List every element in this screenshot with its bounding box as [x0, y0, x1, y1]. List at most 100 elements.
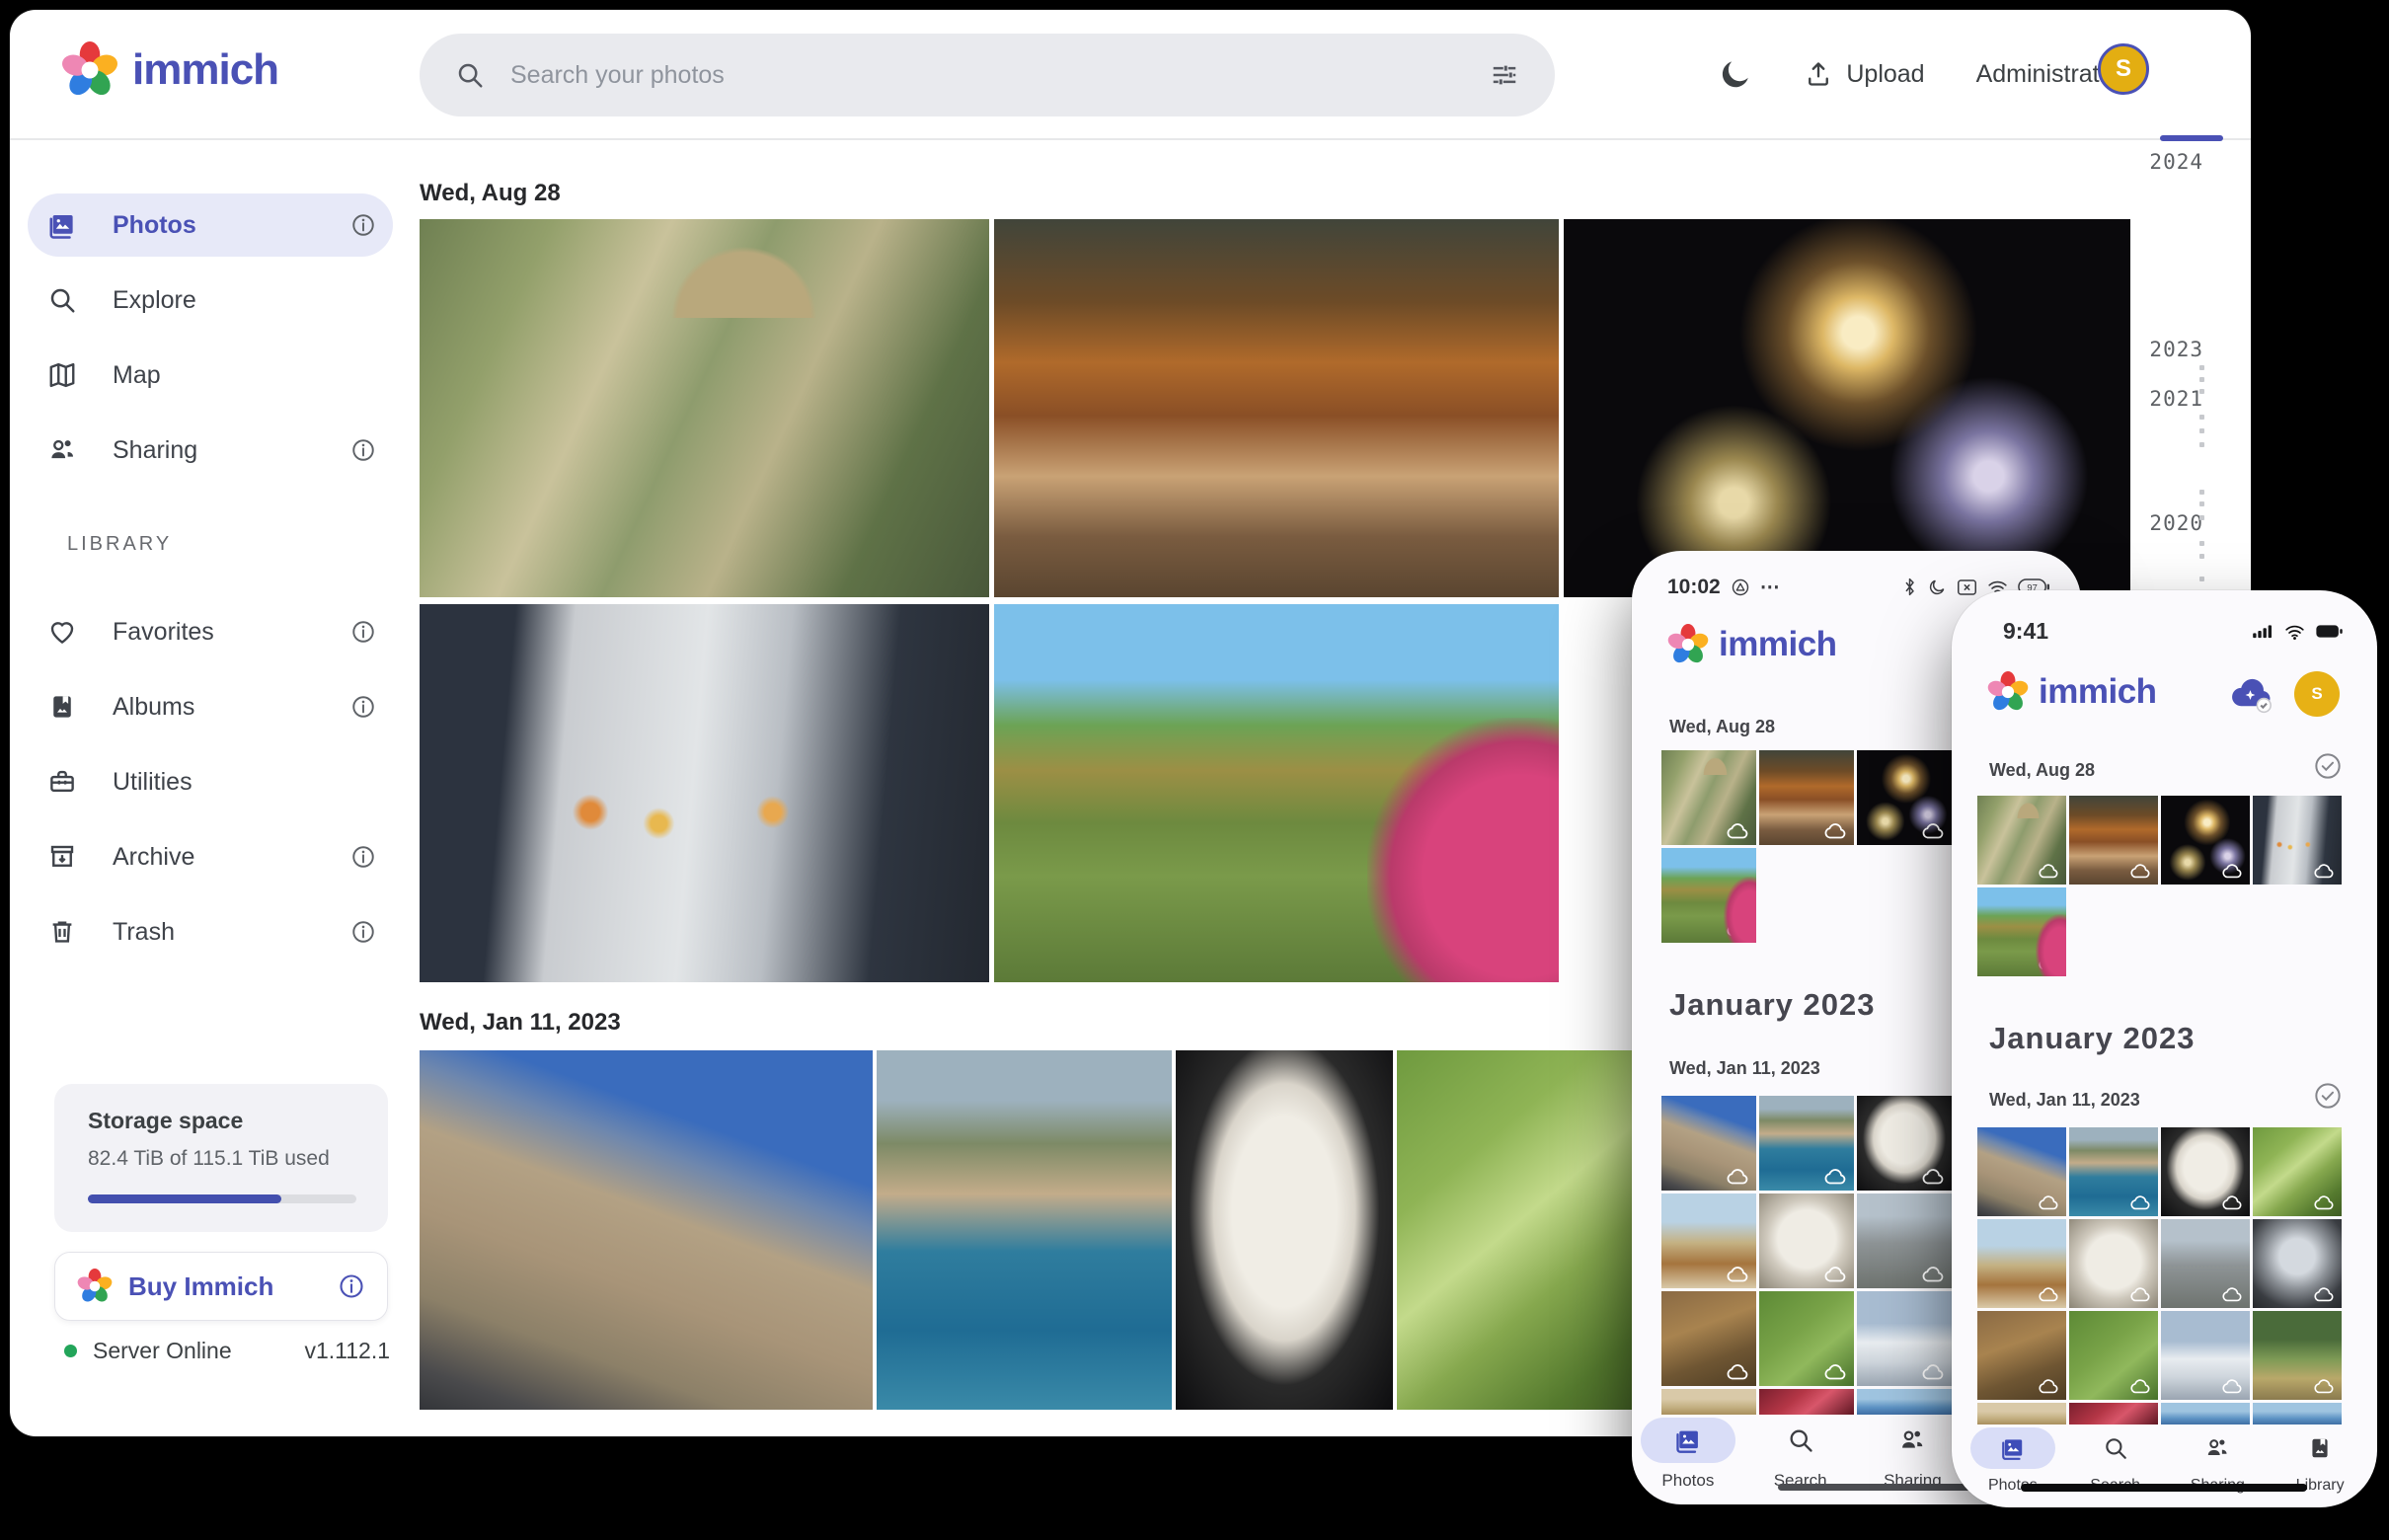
photo-silver-ornament[interactable]	[2253, 1219, 2342, 1308]
sidebar-item-favorites[interactable]: Favorites	[28, 600, 393, 663]
photo-coastal-town[interactable]	[2069, 1127, 2158, 1216]
info-icon[interactable]	[338, 1272, 365, 1300]
photo-marble-bust[interactable]	[1857, 1096, 1952, 1191]
scrubber-year[interactable]: 2020	[2124, 511, 2203, 535]
album-icon	[28, 692, 97, 722]
photo-castle-walls[interactable]	[1977, 1127, 2066, 1216]
select-group-check-icon[interactable]	[2314, 752, 2342, 780]
cloud-backup-icon	[1823, 1169, 1847, 1185]
photo-jungle-monkeys[interactable]	[1977, 796, 2066, 885]
sidebar-item-sharing[interactable]: Sharing	[28, 419, 393, 482]
scrubber-year[interactable]: 2024	[2124, 150, 2203, 174]
photo-partial[interactable]	[2253, 1403, 2342, 1424]
sidebar-item-archive[interactable]: Archive	[28, 825, 393, 888]
app-logo-text: immich	[2039, 672, 2157, 712]
app-logo[interactable]: immich	[61, 41, 278, 99]
photo-autumn-dinner-table[interactable]	[2069, 796, 2158, 885]
photo-holding-hands[interactable]	[2253, 796, 2342, 885]
info-icon[interactable]	[334, 212, 393, 238]
scrubber-tick	[2199, 515, 2204, 520]
photo-jungle-monkeys[interactable]	[1661, 750, 1756, 845]
cloud-backup-icon	[1823, 823, 1847, 839]
photo-jungle-monkeys[interactable]	[420, 219, 989, 597]
sidebar-item-label: Sharing	[97, 436, 334, 465]
home-indicator[interactable]	[2021, 1484, 2307, 1492]
photo-partial[interactable]	[1977, 1403, 2066, 1424]
photo-partial[interactable]	[1661, 1389, 1756, 1415]
photo-coastal-town[interactable]	[1759, 1096, 1854, 1191]
sidebar-item-explore[interactable]: Explore	[28, 269, 393, 332]
photo-partial[interactable]	[1857, 1389, 1952, 1415]
sidebar-item-albums[interactable]: Albums	[28, 675, 393, 738]
photo-lizard-on-moss[interactable]	[1759, 1291, 1854, 1386]
photo-lizard-on-log[interactable]	[1977, 1311, 2066, 1400]
photo-fireworks[interactable]	[1564, 219, 2130, 597]
sidebar-item-label: Favorites	[97, 618, 334, 647]
scrubber-tick	[2199, 377, 2204, 382]
photo-farm-field[interactable]	[2253, 1311, 2342, 1400]
photo-holding-hands[interactable]	[420, 604, 989, 982]
photo-autumn-dinner-table[interactable]	[994, 219, 1559, 597]
sidebar-item-label: Explore	[97, 286, 393, 315]
photo-partial[interactable]	[2069, 1403, 2158, 1424]
scrubber-year[interactable]: 2023	[2124, 338, 2203, 361]
tab-photos[interactable]: Photos	[1632, 1418, 1744, 1491]
upload-button[interactable]: Upload	[1805, 60, 1924, 89]
cloud-backup-icon	[1921, 1267, 1945, 1282]
topbar-divider	[10, 138, 2251, 140]
photo-lizard-on-log[interactable]	[1661, 1291, 1756, 1386]
photo-marble-bust[interactable]	[1176, 1050, 1393, 1410]
dnd-moon-icon	[1927, 578, 1947, 597]
info-icon[interactable]	[334, 619, 393, 645]
photo-partial[interactable]	[1759, 1389, 1854, 1415]
tab-search[interactable]: Search	[1744, 1418, 1857, 1491]
photo-fireworks[interactable]	[2161, 796, 2250, 885]
cloud-sync-button[interactable]	[2229, 677, 2274, 714]
info-icon[interactable]	[334, 437, 393, 463]
photo-lizard-on-moss[interactable]	[2069, 1311, 2158, 1400]
date-group-header: Wed, Jan 11, 2023	[1669, 1058, 1820, 1079]
sidebar-item-photos[interactable]: Photos	[28, 193, 393, 257]
photo-autumn-park-path[interactable]	[1977, 887, 2066, 976]
search-icon	[2103, 1435, 2128, 1461]
photo-beach-cliff[interactable]	[1977, 1219, 2066, 1308]
photo-autumn-park-path[interactable]	[994, 604, 1559, 982]
search-input[interactable]: Search your photos	[420, 34, 1555, 116]
select-group-check-icon[interactable]	[2314, 1082, 2342, 1110]
data-saver-icon	[1731, 578, 1750, 597]
scrubber-year[interactable]: 2021	[2124, 387, 2203, 411]
photo-snowy-church[interactable]	[2161, 1311, 2250, 1400]
search-placeholder: Search your photos	[510, 61, 1464, 90]
photo-autumn-park-path[interactable]	[1661, 848, 1756, 943]
app-logo-text: immich	[1719, 625, 1837, 664]
theme-toggle-button[interactable]	[1718, 56, 1753, 92]
user-avatar[interactable]: S	[2098, 43, 2149, 95]
buy-immich-button[interactable]: Buy Immich	[54, 1252, 388, 1321]
cloud-backup-icon	[2038, 1287, 2059, 1302]
photo-stone-ruins[interactable]	[2161, 1219, 2250, 1308]
photo-white-rock-sculpture[interactable]	[1759, 1194, 1854, 1288]
immich-flower-icon	[77, 1269, 113, 1304]
search-filters-icon[interactable]	[1490, 60, 1519, 90]
photo-castle-walls[interactable]	[1661, 1096, 1756, 1191]
photo-partial[interactable]	[2161, 1403, 2250, 1424]
photo-sea-grapes[interactable]	[2253, 1127, 2342, 1216]
photo-white-rock-sculpture[interactable]	[2069, 1219, 2158, 1308]
photo-marble-bust[interactable]	[2161, 1127, 2250, 1216]
photo-coastal-town[interactable]	[877, 1050, 1172, 1410]
photo-autumn-dinner-table[interactable]	[1759, 750, 1854, 845]
photo-beach-cliff[interactable]	[1661, 1194, 1756, 1288]
user-avatar[interactable]: S	[2294, 671, 2340, 717]
info-icon[interactable]	[334, 694, 393, 720]
info-icon[interactable]	[334, 919, 393, 945]
photo-castle-walls[interactable]	[420, 1050, 873, 1410]
photo-snowy-church[interactable]	[1857, 1291, 1952, 1386]
avatar-initial: S	[2311, 684, 2322, 704]
photo-stone-ruins[interactable]	[1857, 1194, 1952, 1288]
scrubber-tick	[2199, 501, 2204, 506]
photo-fireworks[interactable]	[1857, 750, 1952, 845]
sidebar-item-map[interactable]: Map	[28, 344, 393, 407]
info-icon[interactable]	[334, 844, 393, 870]
sidebar-item-trash[interactable]: Trash	[28, 900, 393, 963]
sidebar-item-utilities[interactable]: Utilities	[28, 750, 393, 813]
